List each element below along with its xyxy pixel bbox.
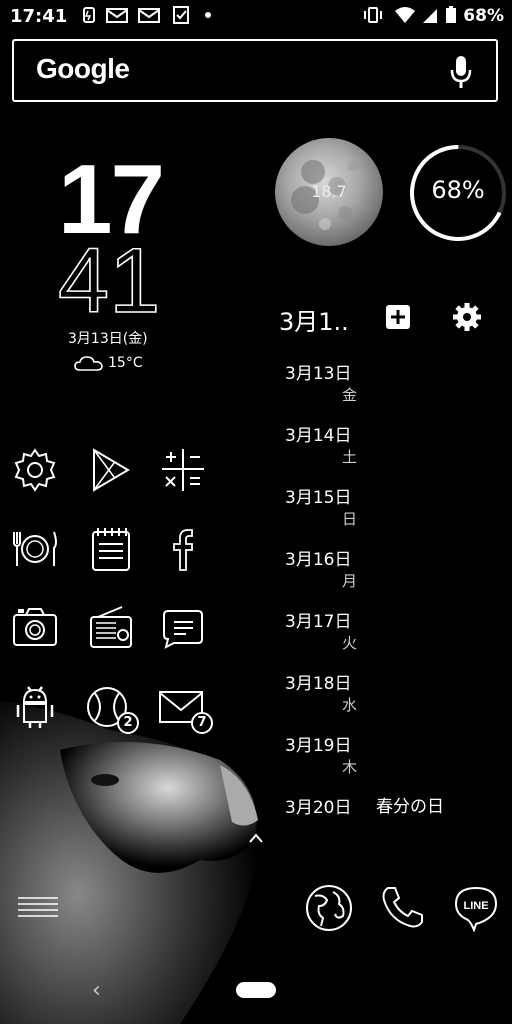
plus-icon bbox=[391, 310, 405, 324]
dot-icon bbox=[205, 12, 211, 18]
weather-widget[interactable]: 15°C bbox=[74, 354, 143, 372]
moon-age-value: 18.7 bbox=[311, 182, 347, 201]
globe-icon[interactable] bbox=[305, 884, 353, 932]
radio-icon[interactable] bbox=[88, 605, 134, 651]
app-drawer-icon[interactable] bbox=[14, 884, 62, 932]
search-bar[interactable]: Google bbox=[12, 39, 498, 102]
calendar-settings-icon[interactable] bbox=[452, 302, 482, 332]
calendar-date[interactable]: 3月14日 bbox=[285, 421, 351, 446]
vibrate-icon bbox=[364, 7, 382, 23]
calendar-weekday: 木 bbox=[342, 758, 358, 776]
clock-hour[interactable]: 17 bbox=[58, 150, 165, 248]
moon-phase-widget[interactable]: 18.7 bbox=[275, 138, 383, 246]
calendar-weekday: 月 bbox=[342, 572, 358, 590]
status-time: 17:41 bbox=[10, 6, 68, 27]
mail-icon bbox=[138, 8, 160, 23]
tasks-icon bbox=[173, 6, 189, 24]
data-saver-icon bbox=[83, 7, 95, 23]
tennis-badge: 2 bbox=[117, 712, 139, 734]
camera-icon[interactable] bbox=[12, 605, 58, 651]
battery-ring-label: 68% bbox=[431, 176, 485, 204]
play-store-icon[interactable] bbox=[88, 447, 134, 493]
calendar-weekday: 火 bbox=[342, 634, 358, 652]
calendar-event-holiday[interactable]: 春分の日 bbox=[376, 792, 444, 817]
calendar-date[interactable]: 3月13日 bbox=[285, 359, 351, 384]
clock-minute[interactable]: 41 bbox=[58, 238, 168, 320]
calendar-date[interactable]: 3月17日 bbox=[285, 607, 351, 632]
calendar-weekday: 金 bbox=[342, 386, 358, 404]
clock-minute-text: 41 bbox=[58, 238, 160, 320]
facebook-icon[interactable] bbox=[160, 526, 206, 572]
android-icon[interactable] bbox=[12, 684, 58, 730]
restaurant-icon[interactable] bbox=[12, 526, 58, 572]
calendar-weekday: 日 bbox=[342, 510, 358, 528]
battery-icon bbox=[446, 6, 456, 23]
line-icon-label: LINE bbox=[463, 900, 488, 912]
mic-icon[interactable] bbox=[450, 55, 472, 89]
nav-back-button[interactable]: ‹ bbox=[92, 978, 101, 1003]
settings-icon[interactable] bbox=[12, 447, 58, 493]
mail-icon bbox=[106, 8, 128, 23]
status-battery: 68% bbox=[463, 6, 504, 26]
calendar-add-button[interactable] bbox=[386, 305, 410, 329]
chevron-up-icon[interactable] bbox=[248, 832, 264, 844]
signal-icon bbox=[423, 9, 437, 23]
cloud-icon bbox=[74, 356, 103, 371]
calendar-title[interactable]: 3月1.. bbox=[279, 302, 349, 337]
messages-icon[interactable] bbox=[160, 605, 206, 651]
phone-icon[interactable] bbox=[378, 884, 426, 932]
lion-wallpaper bbox=[0, 700, 260, 1024]
weather-temp: 15°C bbox=[108, 355, 143, 371]
notepad-icon[interactable] bbox=[88, 526, 134, 572]
calendar-weekday: 土 bbox=[342, 448, 358, 466]
wifi-icon bbox=[395, 7, 415, 23]
calendar-date[interactable]: 3月15日 bbox=[285, 483, 351, 508]
line-icon[interactable]: LINE bbox=[452, 884, 500, 932]
calculator-icon[interactable] bbox=[160, 447, 206, 493]
calendar-weekday: 水 bbox=[342, 696, 358, 714]
nav-home-button[interactable] bbox=[236, 982, 276, 998]
clock-date: 3月13日(金) bbox=[68, 331, 148, 347]
calendar-date[interactable]: 3月16日 bbox=[285, 545, 351, 570]
google-logo: Google bbox=[36, 53, 130, 84]
mail-badge: 7 bbox=[191, 712, 213, 734]
